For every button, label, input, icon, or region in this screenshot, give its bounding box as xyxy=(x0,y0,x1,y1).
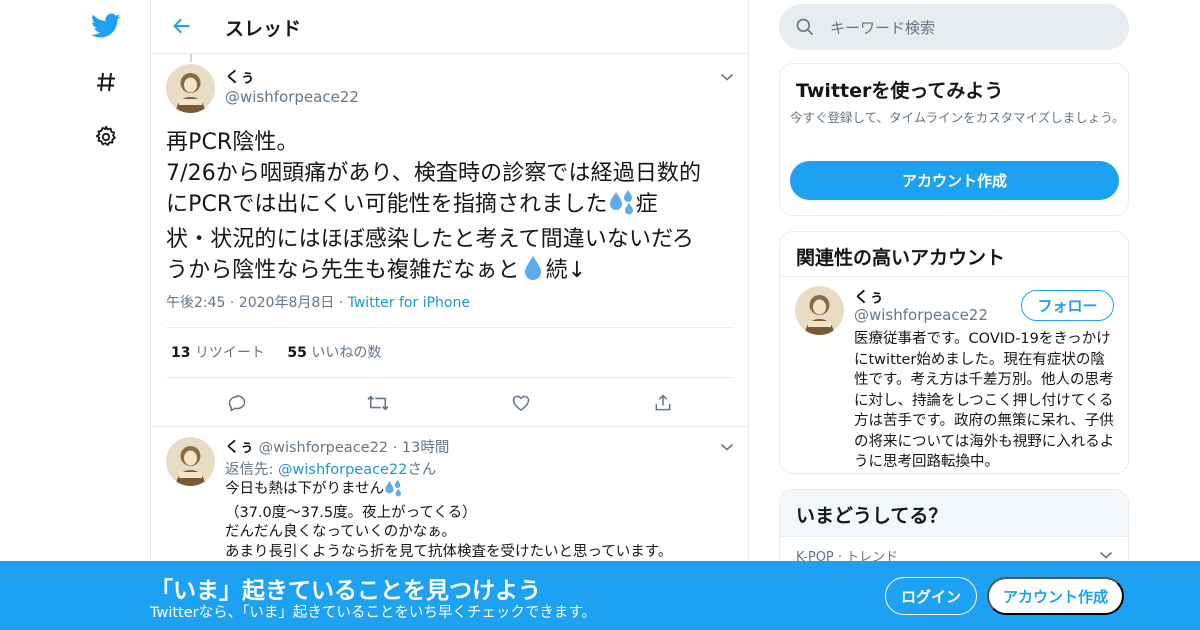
tweet-stats: 13 リツイート 55 いいねの数 xyxy=(171,342,381,362)
banner-title: 「いま」起きていることを見つけよう xyxy=(150,578,541,604)
reply-author-name[interactable]: くぅ xyxy=(225,440,254,456)
author-name[interactable]: くぅ xyxy=(225,66,255,87)
reply-to-suffix: さん xyxy=(407,462,437,478)
sweat-droplets-emoji-icon xyxy=(608,189,636,225)
tweet-source-link[interactable]: Twitter for iPhone xyxy=(348,295,470,311)
banner-subtitle: Twitterなら、「いま」起きていることをいち早くチェックできます。 xyxy=(150,605,596,621)
heart-icon[interactable] xyxy=(509,391,533,415)
signup-card: Twitterを使ってみよう 今すぐ登録して、タイムラインをカスタマイズしましょ… xyxy=(779,63,1129,216)
tweet-date[interactable]: 2020年8月8日 xyxy=(239,295,334,311)
tweet-text-line: 再PCR陰性。 xyxy=(166,130,299,155)
reply-to-link[interactable]: @wishforpeace22 xyxy=(278,462,407,478)
search-box[interactable]: キーワード検索 xyxy=(779,4,1129,50)
separator-dot: · xyxy=(338,295,344,311)
like-count-value: 55 xyxy=(287,345,307,361)
tweet-text-line: うから陰性なら先生も複雑だなぁと xyxy=(166,258,520,283)
avatar[interactable] xyxy=(166,64,215,113)
gear-icon[interactable] xyxy=(88,119,124,155)
search-icon xyxy=(795,17,815,41)
avatar[interactable] xyxy=(166,437,215,486)
tweet-time[interactable]: 午後2:45 xyxy=(166,295,225,311)
tweet-text: 再PCR陰性。 7/26から咽頭痛があり、検査時の診察では経過日数的 にPCRで… xyxy=(166,128,738,291)
avatar[interactable] xyxy=(795,286,844,335)
separator-dot: · xyxy=(229,295,235,311)
like-count[interactable]: 55 いいねの数 xyxy=(287,345,381,361)
tweet-text-line: 症 xyxy=(635,192,658,217)
signup-card-title: Twitterを使ってみよう xyxy=(796,80,1004,102)
tweet-meta: 午後2:45 · 2020年8月8日 · Twitter for iPhone xyxy=(166,292,470,312)
sweat-droplets-emoji-icon xyxy=(384,479,403,504)
tweet-text-line: 状・状況的にはほぼ感染したと考えて間違いないだろ xyxy=(166,226,694,252)
reply-text-line: 今日も熱は下がりません xyxy=(225,481,385,497)
divider xyxy=(780,276,1128,277)
related-account-name[interactable]: くぅ xyxy=(854,286,884,307)
chevron-down-icon[interactable] xyxy=(717,437,737,457)
twitter-bird-icon[interactable] xyxy=(88,8,124,44)
divider xyxy=(166,327,734,328)
retweet-count-label: リツイート xyxy=(194,345,265,361)
reply-icon[interactable] xyxy=(225,391,249,415)
reply-text: 今日も熱は下がりません （37.0度〜37.5度。夜上がってくる） だんだん良く… xyxy=(225,479,735,562)
reply-time[interactable]: 13時間 xyxy=(402,440,449,456)
reply-header: くぅ @wishforpeace22 · 13時間 xyxy=(225,436,449,457)
left-nav xyxy=(80,0,132,630)
trends-title: いまどうしてる？ xyxy=(796,505,948,527)
separator-dot: · xyxy=(392,440,398,456)
signup-button[interactable]: アカウント作成 xyxy=(987,577,1124,615)
divider xyxy=(780,536,1128,537)
related-account-handle[interactable]: @wishforpeace22 xyxy=(854,306,988,324)
reply-text-line: （37.0度〜37.5度。夜上がってくる） xyxy=(225,504,477,521)
login-button[interactable]: ログイン xyxy=(885,577,977,615)
divider xyxy=(166,377,734,378)
retweet-icon[interactable] xyxy=(366,391,390,415)
tweet-text-line: 続↓ xyxy=(545,258,587,283)
signup-card-desc: 今すぐ登録して、タイムラインをカスタマイズしましょう。 xyxy=(790,110,1125,125)
share-icon[interactable] xyxy=(651,391,675,415)
retweet-count-value: 13 xyxy=(171,345,191,361)
reply-to: 返信先: @wishforpeace22さん xyxy=(225,458,436,479)
thread-header: スレッド xyxy=(151,0,748,54)
reply-text-line: あまり長引くようなら折を見て抗体検査を受けたいと思っています。 xyxy=(225,543,673,560)
thread-connector xyxy=(190,54,192,62)
tweet-text-line: 7/26から咽頭痛があり、検査時の診察では経過日数的 xyxy=(166,160,702,186)
tweet-text-line: にPCRでは出にくい可能性を指摘されました xyxy=(166,192,608,217)
thread-column: スレッド くぅ @wishforpeace22 再PCR陰性。 7/26から咽頭… xyxy=(150,0,749,630)
chevron-down-icon[interactable] xyxy=(717,67,737,87)
search-input[interactable]: キーワード検索 xyxy=(830,17,935,38)
reply-to-label: 返信先: xyxy=(225,462,278,478)
bottom-signup-banner: 「いま」起きていることを見つけよう Twitterなら、「いま」起きていることを… xyxy=(0,561,1200,630)
page-title: スレッド xyxy=(225,18,302,40)
back-arrow-icon[interactable] xyxy=(167,11,197,41)
reply-text-line: だんだん良くなっていくのかなぁ。 xyxy=(225,524,456,540)
related-accounts-card: 関連性の高いアカウント くぅ @wishforpeace22 フォロー 医療従事… xyxy=(779,231,1129,474)
hashtag-icon[interactable] xyxy=(88,64,124,100)
create-account-button[interactable]: アカウント作成 xyxy=(790,161,1119,200)
divider xyxy=(151,426,748,427)
like-count-label: いいねの数 xyxy=(311,345,382,361)
reply-author-handle[interactable]: @wishforpeace22 xyxy=(259,440,388,456)
follow-button[interactable]: フォロー xyxy=(1021,290,1114,321)
related-accounts-title: 関連性の高いアカウント xyxy=(796,247,1006,269)
related-account-bio: 医療従事者です。COVID-19をきっかけにtwitter始めました。現在有症状… xyxy=(854,331,1115,470)
droplet-emoji-icon xyxy=(524,255,542,291)
retweet-count[interactable]: 13 リツイート xyxy=(171,345,265,361)
author-handle[interactable]: @wishforpeace22 xyxy=(225,88,359,106)
